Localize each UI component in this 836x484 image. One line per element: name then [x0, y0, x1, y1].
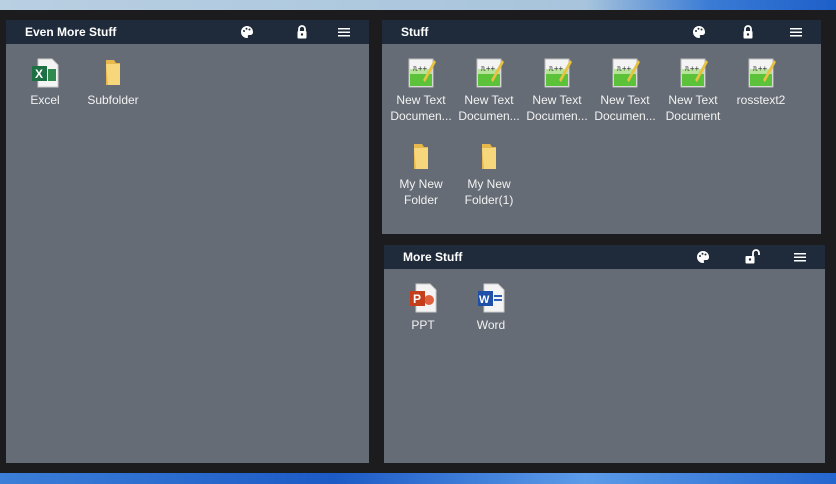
notepadpp-icon: ᥰ++ — [541, 56, 573, 90]
desktop-shortcut[interactable]: Subfolder — [80, 56, 146, 108]
fence-header[interactable]: Even More Stuff — [6, 20, 369, 44]
palette-icon[interactable] — [239, 24, 255, 40]
desktop-shortcut[interactable]: ᥰ++ New Text Documen... — [524, 56, 590, 124]
desktop-shortcut[interactable]: ᥰ++ New Text Documen... — [388, 56, 454, 124]
shortcut-label: New Text Documen... — [526, 93, 588, 123]
fence-header[interactable]: More Stuff — [384, 245, 825, 269]
desktop-shortcut[interactable]: W Word — [458, 281, 524, 333]
shortcut-label: Word — [476, 318, 506, 332]
menu-icon[interactable] — [336, 24, 352, 40]
shortcut-label: Subfolder — [87, 93, 139, 107]
fence-title: Even More Stuff — [25, 25, 117, 39]
shortcut-label: rosstext2 — [736, 93, 786, 107]
svg-text:X: X — [35, 67, 43, 81]
lock-icon[interactable] — [740, 24, 756, 40]
shortcut-label: New Text Documen... — [390, 93, 452, 123]
shortcut-label: New Text Documen... — [594, 93, 656, 123]
shortcut-label: My New Folder(1) — [464, 177, 514, 207]
desktop-shortcut[interactable]: ᥰ++ New Text Documen... — [456, 56, 522, 124]
fence-more-stuff: More Stuff P PPT W Word — [384, 245, 825, 463]
svg-text:W: W — [479, 294, 490, 306]
word-icon: W — [475, 281, 507, 315]
notepadpp-icon: ᥰ++ — [677, 56, 709, 90]
palette-icon[interactable] — [695, 249, 711, 265]
shortcut-label: My New Folder — [399, 177, 443, 207]
desktop-shortcut[interactable]: P PPT — [390, 281, 456, 333]
desktop-shortcut[interactable]: My New Folder — [388, 140, 454, 208]
shortcut-label: New Text Documen... — [458, 93, 520, 123]
desktop-shortcut[interactable]: X Excel — [12, 56, 78, 108]
shortcut-label: PPT — [411, 318, 435, 332]
notepadpp-icon: ᥰ++ — [473, 56, 505, 90]
svg-text:ᥰ++: ᥰ++ — [753, 64, 768, 73]
desktop-wallpaper-top — [0, 0, 836, 10]
svg-text:ᥰ++: ᥰ++ — [481, 64, 496, 73]
fence-even-more-stuff: Even More Stuff X Excel Subfolder — [6, 20, 369, 463]
svg-text:P: P — [413, 292, 421, 306]
svg-text:ᥰ++: ᥰ++ — [685, 64, 700, 73]
svg-text:ᥰ++: ᥰ++ — [413, 64, 428, 73]
desktop-shortcut[interactable]: ᥰ++ New Text Documen... — [592, 56, 658, 124]
notepadpp-icon: ᥰ++ — [609, 56, 641, 90]
desktop-shortcut[interactable]: ᥰ++ rosstext2 — [728, 56, 794, 108]
desktop-shortcut[interactable]: ᥰ++ New Text Document — [660, 56, 726, 124]
powerpoint-icon: P — [407, 281, 439, 315]
menu-icon[interactable] — [792, 249, 808, 265]
fence-stuff: Stuff ᥰ++ New Text Documen... ᥰ++ New Text … — [382, 20, 821, 234]
desktop-wallpaper-bottom — [0, 473, 836, 484]
shortcut-label: Excel — [30, 93, 60, 107]
svg-text:ᥰ++: ᥰ++ — [617, 64, 632, 73]
palette-icon[interactable] — [691, 24, 707, 40]
menu-icon[interactable] — [788, 24, 804, 40]
svg-text:ᥰ++: ᥰ++ — [549, 64, 564, 73]
excel-icon: X — [29, 56, 61, 90]
desktop-shortcut[interactable]: My New Folder(1) — [456, 140, 522, 208]
fence-title: Stuff — [401, 25, 429, 39]
unlock-icon[interactable] — [744, 249, 760, 265]
notepadpp-icon: ᥰ++ — [745, 56, 777, 90]
folder-icon — [97, 56, 129, 90]
fence-header[interactable]: Stuff — [382, 20, 821, 44]
shortcut-label: New Text Document — [665, 93, 721, 123]
fence-title: More Stuff — [403, 250, 463, 264]
notepadpp-icon: ᥰ++ — [405, 56, 437, 90]
folder-icon — [405, 140, 437, 174]
lock-icon[interactable] — [294, 24, 310, 40]
folder-icon — [473, 140, 505, 174]
